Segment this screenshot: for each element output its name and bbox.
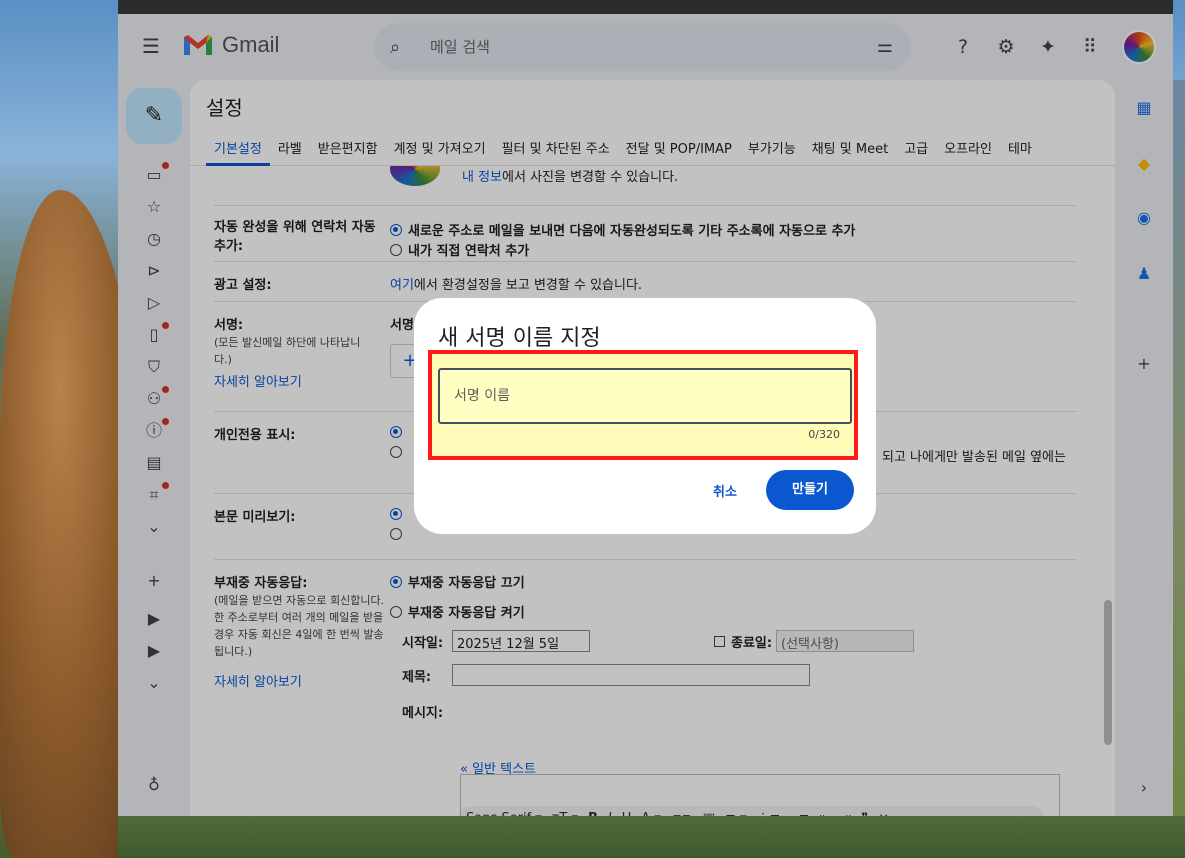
create-button[interactable]: 만들기 xyxy=(766,470,854,510)
signature-name-input[interactable] xyxy=(438,368,852,424)
dialog-title: 새 서명 이름 지정 xyxy=(438,326,601,351)
character-counter: 0/320 xyxy=(808,428,840,441)
gmail-window: ☰ Gmail ⌕ ⚌ ? ⚙ ✦ ⠿ ✎ ▭ ☆ ◷ ⊳ ▷ ▯ ⛉ xyxy=(118,14,1173,816)
browser-top-bar xyxy=(118,0,1173,14)
background-ground xyxy=(118,816,1185,858)
cancel-button[interactable]: 취소 xyxy=(704,481,746,505)
highlight-box: 0/320 xyxy=(428,350,858,460)
new-signature-dialog: 새 서명 이름 지정 0/320 취소 만들기 xyxy=(414,298,876,534)
